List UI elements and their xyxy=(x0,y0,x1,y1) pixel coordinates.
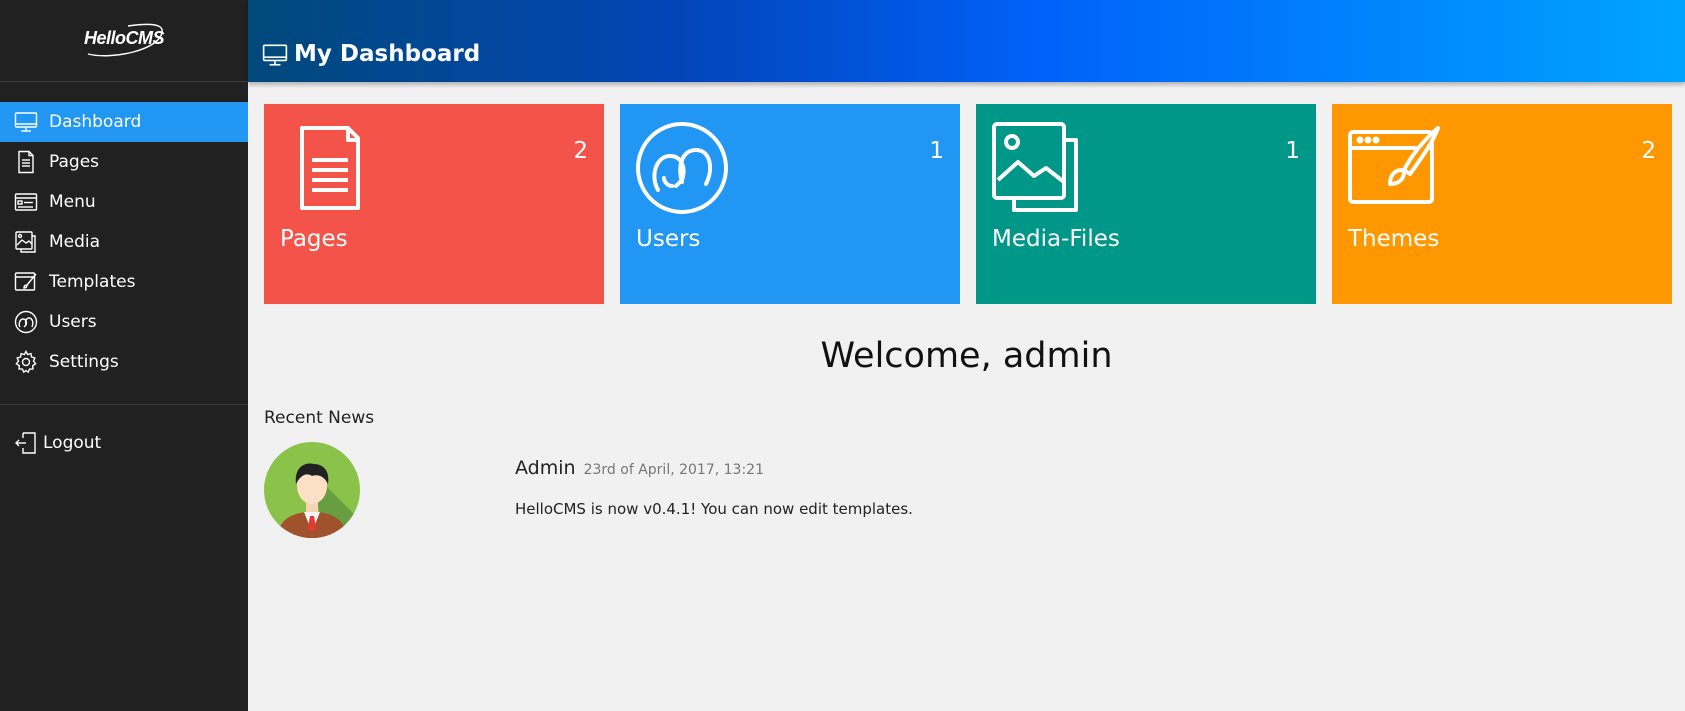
users-icon xyxy=(636,122,728,214)
template-icon xyxy=(13,269,39,295)
gear-icon xyxy=(13,349,39,375)
sidebar-item-media[interactable]: Media xyxy=(0,222,248,262)
sidebar-item-settings[interactable]: Settings xyxy=(0,342,248,382)
tile-count: 1 xyxy=(929,138,944,164)
sidebar-item-label: Settings xyxy=(49,352,119,372)
logo[interactable]: HelloCMS xyxy=(0,0,248,82)
logout-label: Logout xyxy=(43,433,102,453)
sidebar-item-label: Users xyxy=(49,312,97,332)
tile-users[interactable]: 1 Users xyxy=(620,104,960,304)
logout-button[interactable]: Logout xyxy=(0,423,248,463)
monitor-icon xyxy=(13,109,39,135)
top-header: My Dashboard xyxy=(248,0,1685,82)
monitor-icon xyxy=(262,44,288,66)
news-author: Admin xyxy=(515,457,576,479)
logout-icon xyxy=(13,430,39,456)
dashboard-tiles: 2 Pages 1 Users 1 Media-Files 2 Themes xyxy=(264,104,1672,304)
sidebar-item-menu[interactable]: Menu xyxy=(0,182,248,222)
sidebar-nav: Dashboard Pages Menu Media Templates Use… xyxy=(0,102,248,382)
sidebar-item-pages[interactable]: Pages xyxy=(0,142,248,182)
sidebar: HelloCMS Dashboard Pages Menu Media Temp… xyxy=(0,0,248,711)
sidebar-item-label: Dashboard xyxy=(49,112,142,132)
tile-label: Themes xyxy=(1348,226,1440,252)
page-icon xyxy=(13,149,39,175)
theme-icon xyxy=(1348,126,1440,204)
news-date: 23rd of April, 2017, 13:21 xyxy=(583,462,764,478)
tile-count: 1 xyxy=(1285,138,1300,164)
logo-text: HelloCMS xyxy=(83,28,165,48)
tile-pages[interactable]: 2 Pages xyxy=(264,104,604,304)
news-text: HelloCMS is now v0.4.1! You can now edit… xyxy=(515,500,913,518)
tile-count: 2 xyxy=(1641,138,1656,164)
sidebar-item-dashboard[interactable]: Dashboard xyxy=(0,102,248,142)
page-icon xyxy=(300,126,360,210)
media-icon xyxy=(13,229,39,255)
sidebar-item-label: Templates xyxy=(49,272,136,292)
recent-news-heading: Recent News xyxy=(264,408,375,428)
sidebar-item-label: Pages xyxy=(49,152,100,172)
users-icon xyxy=(13,309,39,335)
avatar xyxy=(264,442,360,538)
sidebar-divider xyxy=(0,404,248,405)
media-icon xyxy=(992,122,1078,212)
page-title: My Dashboard xyxy=(294,41,481,67)
tile-label: Pages xyxy=(280,226,348,252)
sidebar-item-users[interactable]: Users xyxy=(0,302,248,342)
sidebar-item-label: Menu xyxy=(49,192,96,212)
tile-count: 2 xyxy=(573,138,588,164)
menu-icon xyxy=(13,189,39,215)
tile-media-files[interactable]: 1 Media-Files xyxy=(976,104,1316,304)
sidebar-item-templates[interactable]: Templates xyxy=(0,262,248,302)
tile-label: Users xyxy=(636,226,701,252)
tile-themes[interactable]: 2 Themes xyxy=(1332,104,1672,304)
welcome-heading: Welcome, admin xyxy=(820,336,1113,376)
sidebar-item-label: Media xyxy=(49,232,101,252)
news-author-line: Admin 23rd of April, 2017, 13:21 xyxy=(515,457,764,479)
tile-label: Media-Files xyxy=(992,226,1120,252)
